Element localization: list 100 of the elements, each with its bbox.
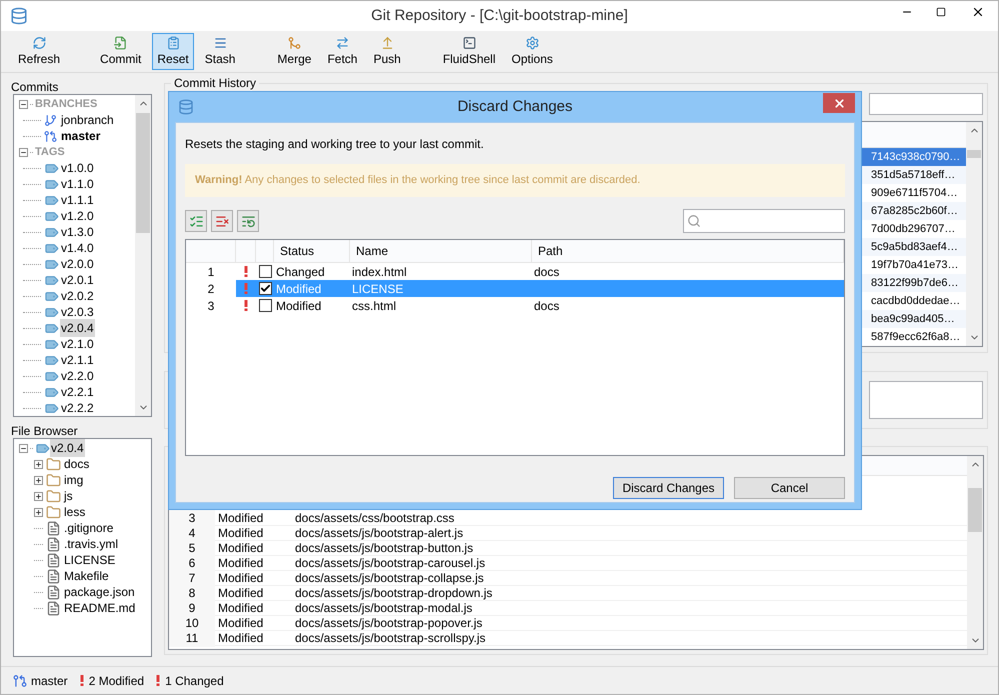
exclamation-icon (244, 266, 248, 277)
scrollbar[interactable] (966, 122, 982, 346)
tree-item[interactable]: jonbranch (60, 111, 115, 129)
table-cell-text: Modified (217, 615, 264, 632)
tree-item[interactable]: LICENSE (64, 551, 116, 569)
tree-item[interactable]: .gitignore (64, 519, 114, 537)
toolbar-button[interactable]: Fetch (322, 33, 362, 70)
file-row[interactable]: 2 Modified LICENSE (186, 280, 844, 297)
text-field[interactable] (869, 381, 983, 419)
scrollbar[interactable] (967, 456, 983, 649)
tree-item[interactable]: v2.0.4 (50, 439, 85, 457)
table-cell-text: docs/assets/js/bootstrap-carousel.js (294, 555, 486, 572)
toolbar-button[interactable]: Options (506, 33, 558, 70)
tree-item[interactable]: js (64, 487, 73, 505)
toolbar-button[interactable] (185, 210, 207, 232)
table-cell-text: Modified (217, 510, 264, 527)
toolbar-button[interactable] (237, 210, 259, 232)
tree-item[interactable]: v2.0.4 (60, 319, 95, 337)
table-cell-text: docs/assets/js/bootstrap-popover.js (294, 615, 482, 632)
table-cell-text: Modified (217, 585, 264, 602)
close-icon (971, 5, 985, 19)
toolbar-button[interactable] (211, 210, 233, 232)
exclamation-icon (80, 675, 84, 686)
table-cell-text: docs (534, 264, 560, 280)
list-check-icon (188, 214, 204, 228)
table-cell-text: css.html (351, 298, 398, 314)
table-cell-text: index.html (351, 264, 408, 280)
checkbox[interactable] (258, 265, 272, 278)
table-cell-text: Modified (217, 525, 264, 542)
tree-item[interactable]: less (64, 503, 86, 521)
toolbar-button[interactable]: Merge (272, 33, 316, 70)
search-field[interactable] (683, 209, 845, 233)
tree-item[interactable]: v2.0.2 (60, 287, 95, 305)
tree-item[interactable]: package.json (64, 583, 135, 601)
scroll-thumb[interactable] (967, 150, 981, 158)
file-icon (46, 568, 61, 584)
folder-icon (46, 488, 61, 504)
exclamation-icon (244, 300, 248, 311)
tree-item[interactable]: v2.2.2 (60, 399, 95, 416)
tree-item[interactable]: v2.0.0 (60, 255, 95, 273)
tree-item[interactable]: v1.3.0 (60, 223, 95, 241)
toolbar-button[interactable]: Commit (95, 33, 146, 70)
tree-item[interactable]: README.md (64, 599, 136, 617)
table-cell-text: docs/assets/js/bootstrap-modal.js (294, 600, 472, 617)
column-header[interactable]: Status (274, 240, 350, 262)
tree-item[interactable]: v2.0.1 (60, 271, 95, 289)
check-icon (260, 283, 270, 294)
collapse-icon[interactable] (19, 100, 28, 108)
table-cell-text: Modified (217, 540, 264, 557)
column-header[interactable]: Path (532, 240, 844, 262)
scroll-thumb[interactable] (968, 488, 982, 532)
tree-item[interactable]: v1.1.0 (60, 175, 95, 193)
folder-icon (46, 504, 61, 520)
toolbar-button[interactable]: FluidShell (438, 33, 501, 70)
tree-item[interactable]: v1.4.0 (60, 239, 95, 257)
collapse-icon[interactable] (19, 148, 28, 156)
tree-item[interactable]: img (64, 471, 84, 489)
tree-item[interactable]: v1.0.0 (60, 159, 95, 177)
exclamation-icon (156, 675, 160, 686)
expand-icon[interactable] (34, 476, 43, 484)
table-cell-text: docs/assets/js/bootstrap-dropdown.js (294, 585, 492, 602)
toolbar-button[interactable]: Refresh (13, 33, 66, 70)
dialog-button[interactable]: Discard Changes (613, 477, 724, 499)
scrollbar[interactable] (135, 95, 151, 416)
dialog-description: Resets the staging and working tree to your last commit. (185, 136, 485, 153)
toolbar-button[interactable]: Reset (152, 33, 194, 70)
tree-item[interactable]: docs (64, 455, 90, 473)
branch-label: master (31, 672, 68, 690)
expand-icon[interactable] (34, 492, 43, 500)
tree-item[interactable]: v2.1.1 (60, 351, 95, 369)
checkbox[interactable] (258, 299, 272, 312)
scroll-thumb[interactable] (136, 113, 150, 233)
table-cell-text: docs/assets/css/bootstrap.css (294, 510, 454, 527)
dialog-button[interactable]: Cancel (734, 477, 845, 499)
current-branch-icon (44, 130, 57, 142)
tree-item[interactable]: v1.2.0 (60, 207, 95, 225)
file-row[interactable]: 1 Changed index.html docs (186, 263, 844, 280)
column-header[interactable]: Name (350, 240, 532, 262)
tree-item[interactable]: master (60, 127, 102, 145)
group-title: Commit History (171, 76, 260, 90)
collapse-icon[interactable] (19, 444, 28, 452)
tree-item[interactable]: v1.1.1 (60, 191, 95, 209)
tree-item[interactable]: .travis.yml (64, 535, 118, 553)
tree-item[interactable]: v2.0.3 (60, 303, 95, 321)
tree-item[interactable]: v2.1.0 (60, 335, 95, 353)
table-cell-text: Modified (217, 570, 264, 587)
app-icon (10, 7, 28, 25)
checkbox[interactable] (258, 282, 272, 295)
tree-item[interactable]: v2.2.1 (60, 383, 95, 401)
tree-item[interactable]: Makefile (64, 567, 109, 585)
expand-icon[interactable] (34, 460, 43, 468)
folder-icon (46, 472, 61, 488)
table-cell-text: Modified (217, 630, 264, 647)
tree-item[interactable]: v2.2.0 (60, 367, 95, 385)
expand-icon[interactable] (34, 508, 43, 516)
filter-field[interactable] (869, 93, 983, 115)
toolbar-button[interactable]: Push (368, 33, 406, 70)
toolbar-button[interactable]: Stash (200, 33, 240, 70)
file-row[interactable]: 3 Modified css.html docs (186, 297, 844, 314)
table-cell-text: Modified (217, 600, 264, 617)
